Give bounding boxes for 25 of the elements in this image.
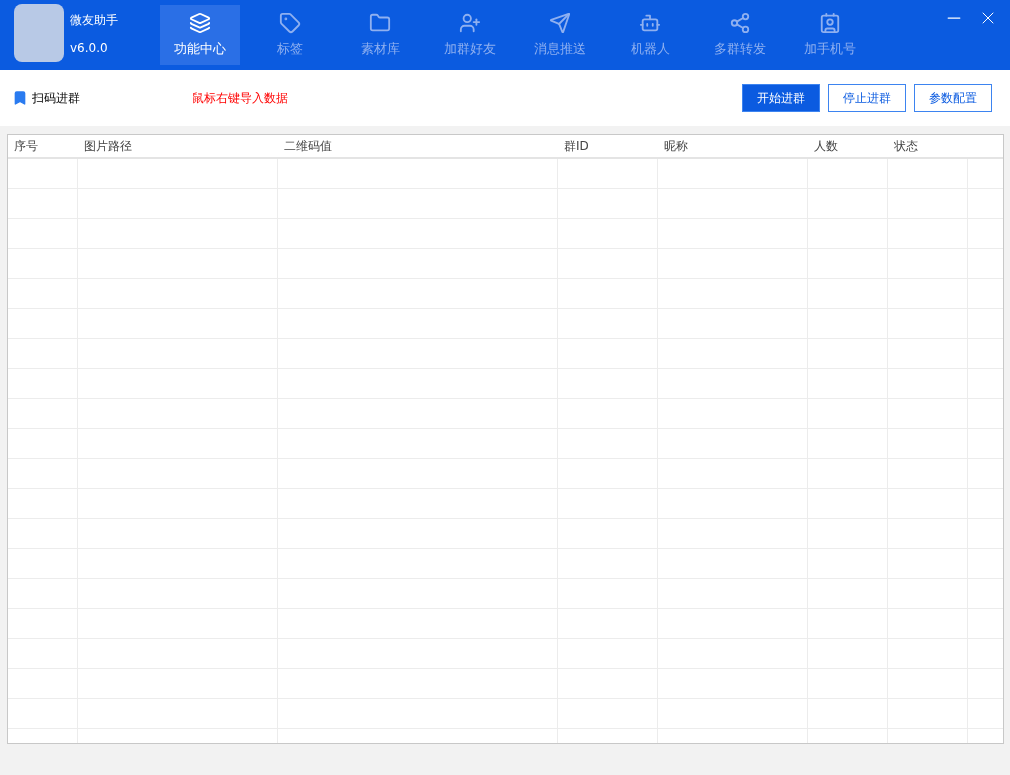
tag-icon — [279, 12, 301, 34]
user-plus-icon — [459, 12, 481, 34]
column-header[interactable]: 群ID — [558, 137, 658, 155]
column-header[interactable]: 序号 — [8, 137, 78, 155]
send-icon — [549, 12, 571, 34]
column-header[interactable]: 昵称 — [658, 137, 808, 155]
column-header[interactable]: 图片路径 — [78, 137, 278, 155]
page-title: 扫码进群 — [32, 89, 81, 107]
share-icon — [729, 12, 751, 34]
robot-icon — [639, 12, 661, 34]
action-button[interactable]: 开始进群 — [742, 84, 820, 112]
column-header[interactable]: 人数 — [808, 137, 888, 155]
column-header[interactable]: 状态 — [888, 137, 968, 155]
column-header[interactable]: 二维码值 — [278, 137, 558, 155]
action-button[interactable]: 停止进群 — [828, 84, 906, 112]
app-version: v6.0.0 — [70, 40, 109, 55]
hint-text: 鼠标右键导入数据 — [192, 89, 289, 107]
app-name: 微友助手 — [70, 11, 118, 29]
action-button[interactable]: 参数配置 — [914, 84, 992, 112]
nav-tab[interactable]: 功能中心 — [160, 5, 240, 65]
layers-icon — [189, 12, 211, 34]
avatar-placeholder — [14, 4, 64, 62]
contact-icon — [819, 12, 841, 34]
bookmark-icon — [12, 90, 28, 106]
folder-icon — [369, 12, 391, 34]
